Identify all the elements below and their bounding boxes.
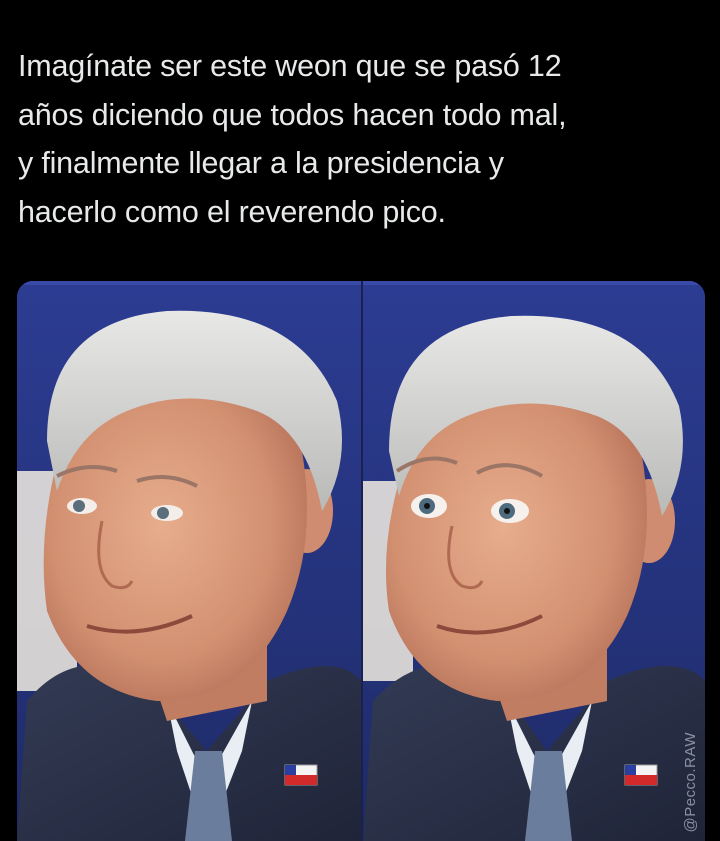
tweet-media-image[interactable]: @Pecco.RAW	[17, 281, 705, 841]
tweet-line-1: Imagínate ser este weon que se pasó 12	[18, 49, 562, 83]
watermark: @Pecco.RAW	[682, 732, 699, 833]
tweet-line-2: años diciendo que todos hacen todo mal,	[18, 97, 567, 132]
tweet-line-4: hacerlo como el reverendo pico.	[18, 194, 446, 229]
tweet-line-3: y finalmente llegar a la presidencia y	[18, 146, 504, 180]
right-photo-panel	[363, 281, 705, 841]
tweet-text: Imagínate ser este weon que se pasó 12 a…	[18, 42, 708, 236]
left-photo-panel	[17, 281, 361, 841]
